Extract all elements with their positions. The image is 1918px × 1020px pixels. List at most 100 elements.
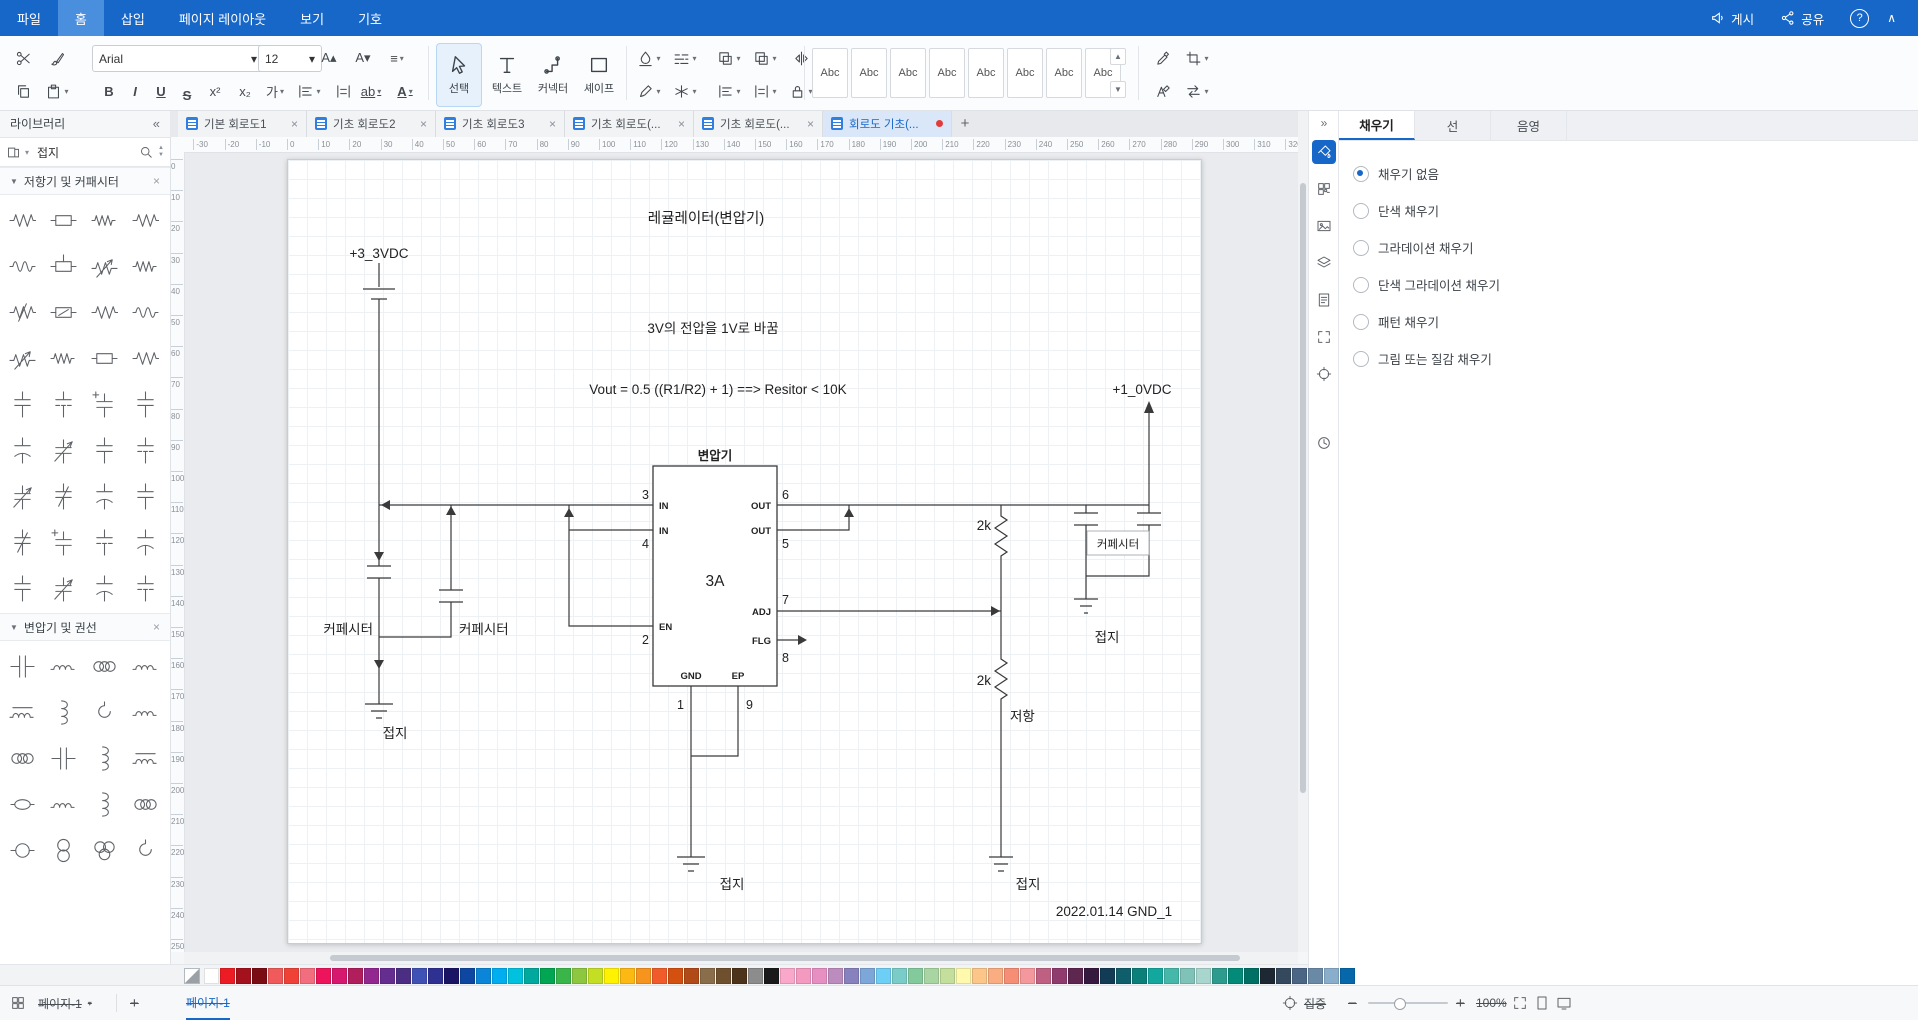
page-selector[interactable]: 페이지-1 ▾	[38, 986, 92, 1020]
menu-item-page-layout[interactable]: 페이지 레이아웃	[162, 0, 283, 36]
color-swatch[interactable]	[284, 968, 299, 984]
zoom-out-button[interactable]: −	[1348, 986, 1357, 1020]
library-symbol-cap-dash[interactable]	[84, 519, 125, 565]
menu-item-symbols[interactable]: 기호	[341, 0, 399, 36]
pattern-panel-button[interactable]	[1312, 177, 1336, 201]
library-symbol-pair-bars[interactable]	[2, 643, 43, 689]
vout-label[interactable]: +1_0VDC	[1113, 382, 1172, 397]
library-symbol-trans3[interactable]	[84, 827, 125, 873]
library-symbol-bead[interactable]	[2, 781, 43, 827]
radio-icon[interactable]	[1353, 202, 1369, 219]
color-swatch[interactable]	[572, 968, 587, 984]
library-symbol-cap-plus[interactable]	[43, 519, 84, 565]
zoom-in-button[interactable]: +	[1456, 986, 1465, 1020]
library-symbol-cap-arr[interactable]	[43, 427, 84, 473]
share-button[interactable]: 공유	[1780, 9, 1824, 28]
color-swatch[interactable]	[620, 968, 635, 984]
panel-tab-채우기[interactable]: 채우기	[1339, 110, 1415, 140]
color-swatch[interactable]	[876, 968, 891, 984]
style-gallery-item[interactable]: Abc	[812, 48, 848, 98]
eyedropper-button[interactable]	[1150, 45, 1176, 71]
color-swatch[interactable]	[636, 968, 651, 984]
color-swatch[interactable]	[604, 968, 619, 984]
increase-font-button[interactable]: A▴	[316, 45, 342, 71]
library-symbol-res-zz[interactable]	[84, 289, 125, 335]
zoom-level[interactable]: 100%	[1476, 986, 1507, 1020]
document-tab[interactable]: 기초 회로도(... ×	[565, 110, 694, 137]
color-swatch[interactable]	[380, 968, 395, 984]
focus-mode-label[interactable]: 집중	[1304, 986, 1326, 1020]
color-swatch[interactable]	[1244, 968, 1259, 984]
menu-item-file[interactable]: 파일	[0, 0, 58, 36]
color-swatch[interactable]	[652, 968, 667, 984]
pen-button[interactable]: ▾	[636, 78, 662, 104]
library-set-icon[interactable]	[6, 145, 21, 160]
color-swatch[interactable]	[1020, 968, 1035, 984]
library-symbol-res-arr[interactable]	[84, 243, 125, 289]
color-swatch[interactable]	[764, 968, 779, 984]
library-symbol-res-zz-d[interactable]	[125, 243, 166, 289]
superscript-button[interactable]: x²	[202, 78, 228, 104]
color-swatch[interactable]	[1324, 968, 1339, 984]
color-swatch[interactable]	[1180, 968, 1195, 984]
menu-item-view[interactable]: 보기	[283, 0, 341, 36]
library-symbol-hook[interactable]	[84, 689, 125, 735]
fill-option[interactable]: 단색 채우기	[1353, 192, 1918, 229]
shape-tool-button[interactable]: 셰이프	[576, 43, 622, 107]
document-tab[interactable]: 기초 회로도2 ×	[307, 110, 436, 137]
align-objects-button[interactable]: ▾	[716, 78, 742, 104]
vertical-scrollbar[interactable]	[1298, 110, 1308, 952]
page-tab[interactable]: 페이지-1	[186, 986, 230, 1020]
library-scroll-down-icon[interactable]: ▼	[158, 152, 164, 159]
fill-option[interactable]: 채우기 없음	[1353, 155, 1918, 192]
color-swatch[interactable]	[796, 968, 811, 984]
color-swatch[interactable]	[1132, 968, 1147, 984]
close-tab-icon[interactable]: ×	[807, 117, 814, 131]
color-swatch[interactable]	[1228, 968, 1243, 984]
color-swatch[interactable]	[748, 968, 763, 984]
library-symbol-res-box-s[interactable]	[43, 289, 84, 335]
publish-button[interactable]: 게시	[1710, 9, 1754, 28]
color-swatch[interactable]	[700, 968, 715, 984]
color-swatch[interactable]	[1068, 968, 1083, 984]
page[interactable]: 레귤레이터(변압기) +3_3VDC 3V의 전압을 1V로 바꿈 Vout =…	[287, 159, 1202, 944]
library-symbol-cap-slash[interactable]	[43, 473, 84, 519]
color-swatch[interactable]	[252, 968, 267, 984]
format-painter-button[interactable]	[44, 45, 70, 71]
list-button[interactable]	[330, 78, 356, 104]
color-swatch[interactable]	[1100, 968, 1115, 984]
subscript-button[interactable]: x₂	[232, 78, 258, 104]
menu-item-insert[interactable]: 삽입	[104, 0, 162, 36]
color-swatch[interactable]	[860, 968, 875, 984]
date-label[interactable]: 2022.01.14 GND_1	[1056, 904, 1172, 919]
distribute-button[interactable]: ▾	[752, 78, 778, 104]
library-symbol-cap-pol[interactable]	[2, 427, 43, 473]
strikethrough-button[interactable]: S	[174, 78, 200, 112]
color-swatch[interactable]	[1292, 968, 1307, 984]
library-symbol-res-zz[interactable]	[125, 335, 166, 381]
capacitor2-label[interactable]: 커페시터	[459, 622, 509, 637]
document-tab[interactable]: 회로도 기초(...	[823, 110, 952, 137]
library-symbol-coil[interactable]	[43, 781, 84, 827]
library-symbol-cap-v[interactable]	[2, 381, 43, 427]
color-swatch[interactable]	[444, 968, 459, 984]
close-tab-icon[interactable]: ×	[549, 117, 556, 131]
library-symbol-cap-pol[interactable]	[84, 473, 125, 519]
color-swatch[interactable]	[892, 968, 907, 984]
description-text[interactable]: 3V의 전압을 1V로 바꿈	[647, 321, 778, 336]
close-tab-icon[interactable]: ×	[678, 117, 685, 131]
color-swatch[interactable]	[1052, 968, 1067, 984]
color-swatch[interactable]	[1276, 968, 1291, 984]
color-swatch[interactable]	[1308, 968, 1323, 984]
circuit-diagram[interactable]: 레귤레이터(변압기) +3_3VDC 3V의 전압을 1V로 바꿈 Vout =…	[288, 160, 1201, 943]
library-symbol-cap-dash[interactable]	[125, 565, 166, 611]
library-symbol-res-slash[interactable]	[2, 289, 43, 335]
drawing-canvas[interactable]: 레귤레이터(변압기) +3_3VDC 3V의 전압을 1V로 바꿈 Vout =…	[184, 152, 1298, 952]
ground3-label[interactable]: 접지	[1016, 877, 1041, 892]
color-swatch[interactable]	[556, 968, 571, 984]
gallery-down-icon[interactable]: ▼	[1110, 81, 1126, 98]
color-swatch[interactable]	[236, 968, 251, 984]
library-symbol-cap-arr[interactable]	[43, 565, 84, 611]
cut-button[interactable]	[10, 45, 36, 71]
library-symbol-cap-pol[interactable]	[84, 565, 125, 611]
